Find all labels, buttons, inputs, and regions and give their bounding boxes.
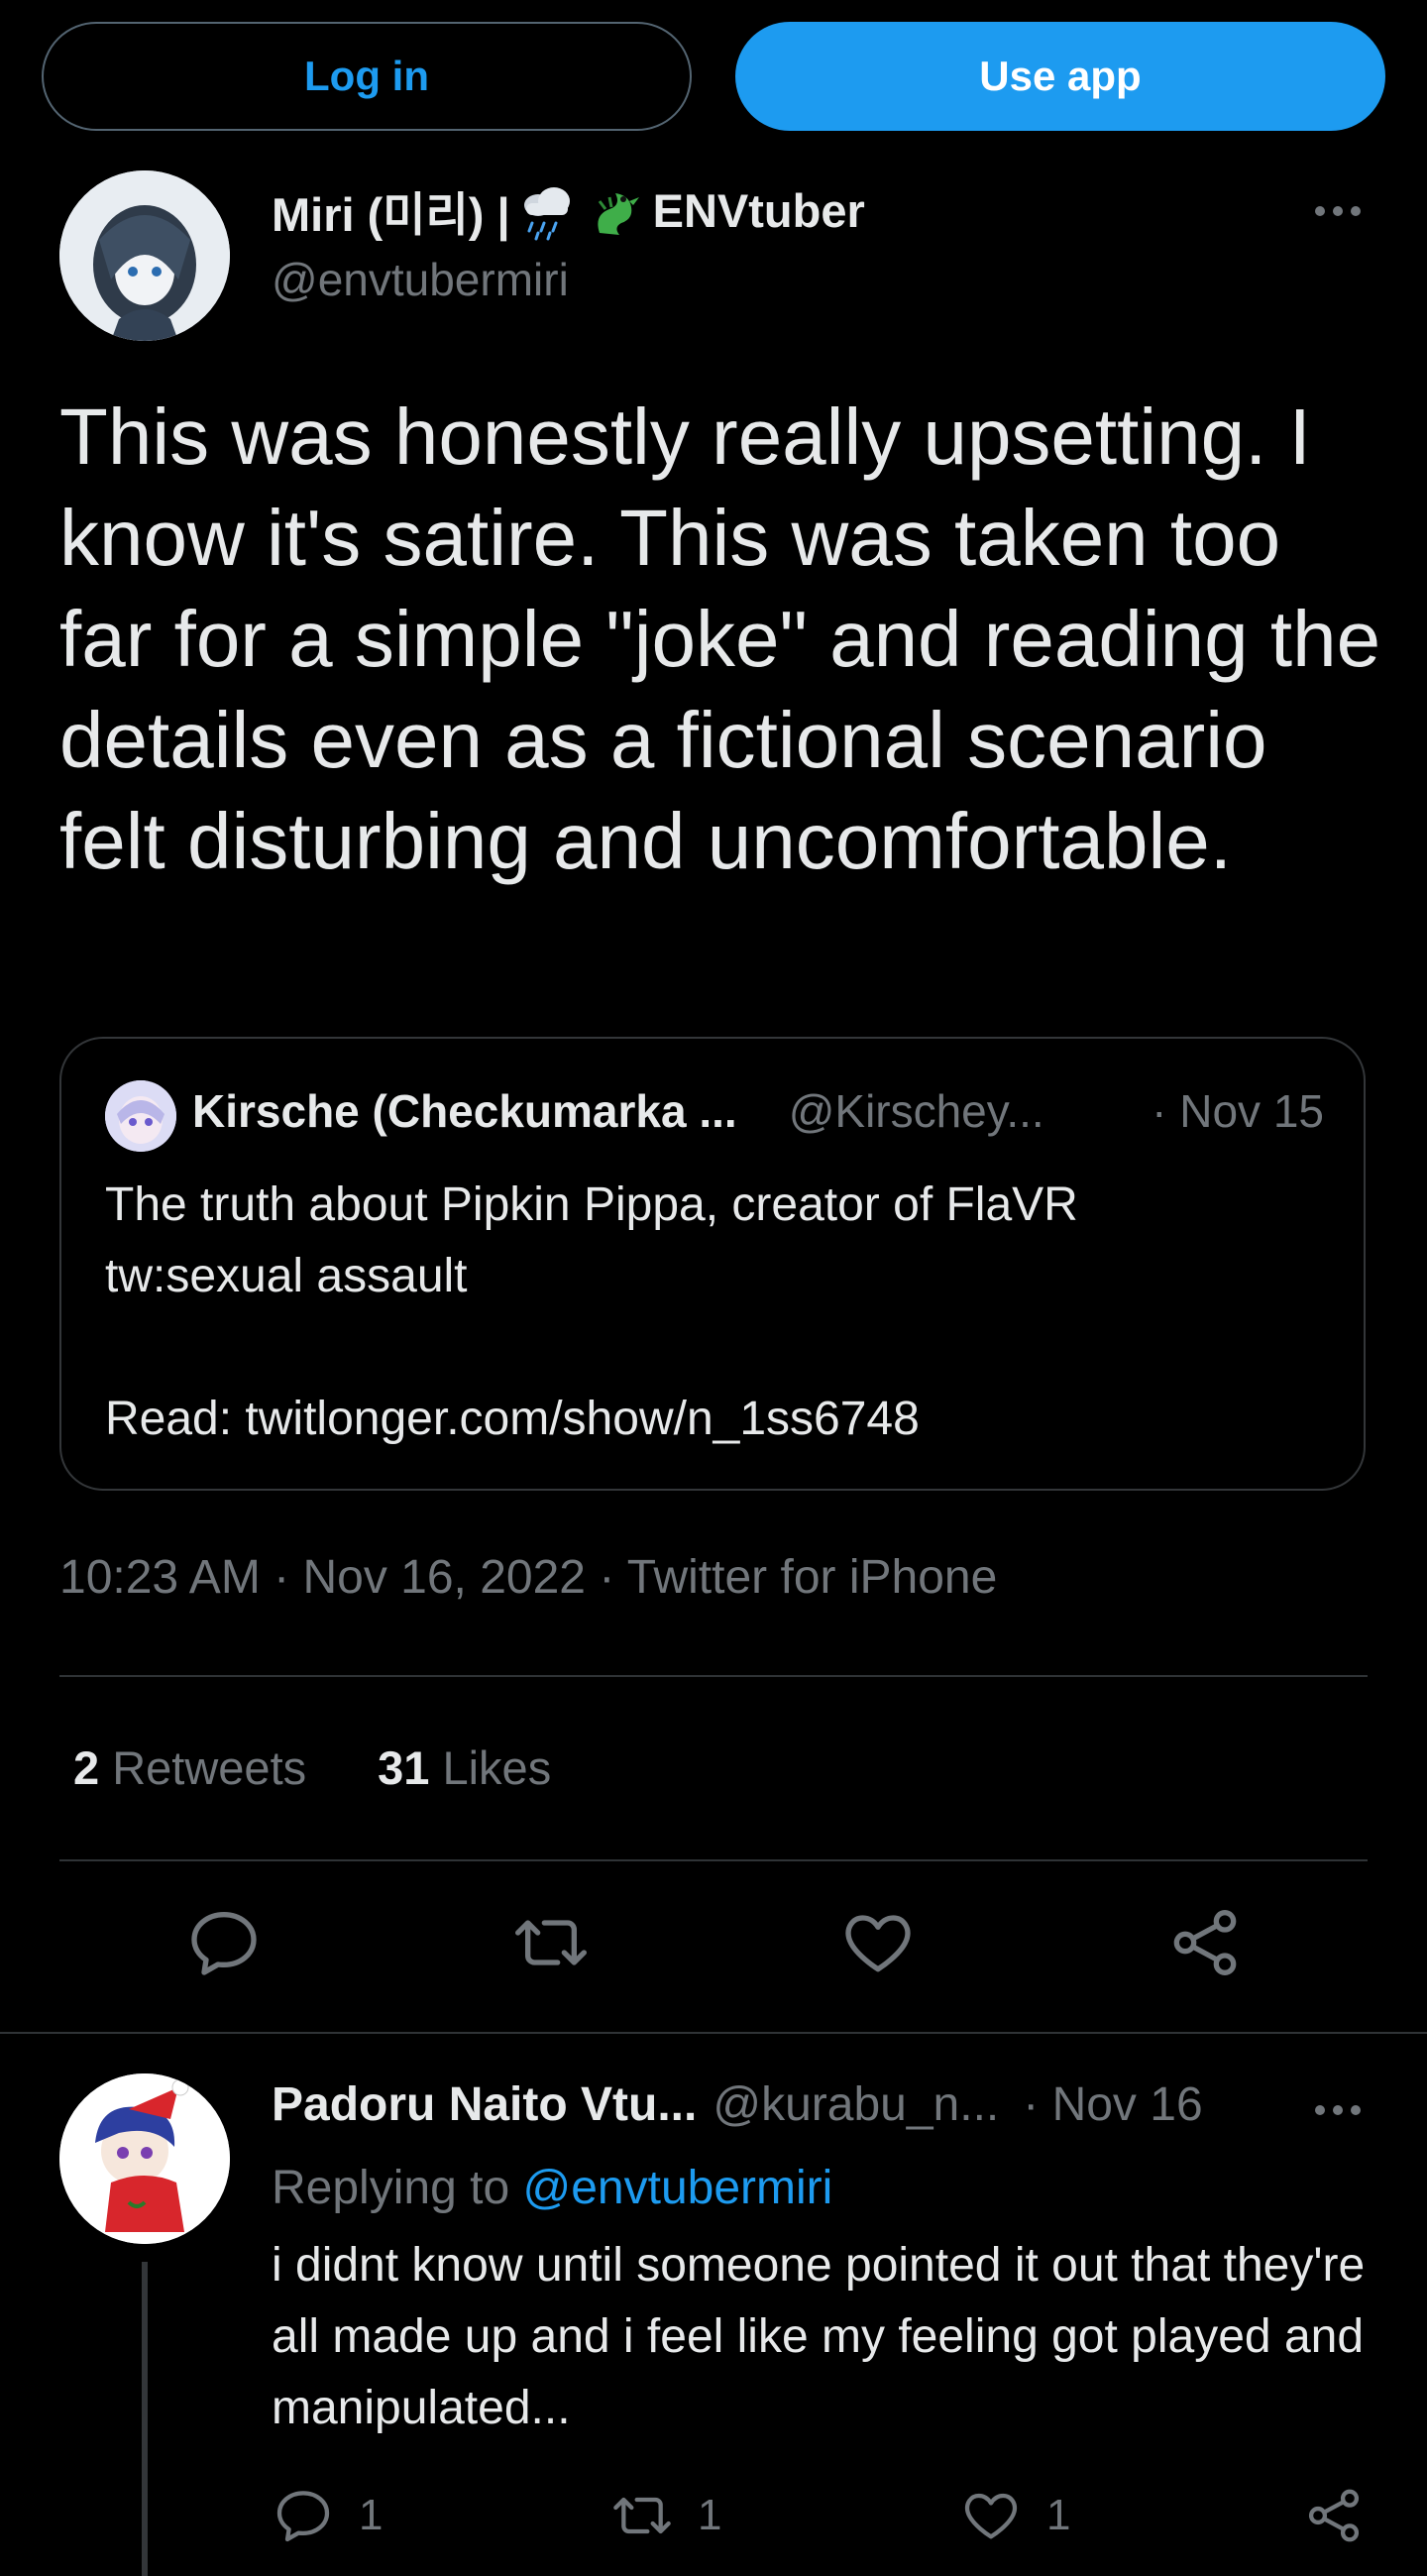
reply-date[interactable]: · Nov 16 [1023, 2077, 1202, 2132]
more-dot [1333, 2105, 1343, 2115]
like-count: 1 [1046, 2491, 1071, 2539]
quoted-author-handle: @Kirschey... [788, 1085, 1044, 1137]
retweets-stat[interactable]: 2 Retweets [73, 1740, 306, 1795]
tweet-timestamp[interactable]: 10:23 AM · Nov 16, 2022 · Twitter for iP… [59, 1550, 997, 1605]
quoted-text-line: tw:sexual assault [105, 1250, 468, 1302]
more-icon[interactable] [1308, 2095, 1368, 2125]
likes-label: Likes [442, 1741, 552, 1794]
author-handle[interactable]: @envtubermiri [272, 253, 865, 306]
retweet-count: 1 [698, 2491, 722, 2539]
heart-icon [964, 2493, 1018, 2539]
reply-author-name[interactable]: Padoru Naito Vtu... [272, 2077, 697, 2132]
reply-text: i didnt know until someone pointed it ou… [272, 2239, 1366, 2434]
quoted-text-line: The truth about Pipkin Pippa, creator of… [105, 1178, 1078, 1231]
quoted-tweet[interactable]: Kirsche (Checkumarka ... @Kirschey... · … [59, 1037, 1366, 1491]
heart-icon[interactable] [838, 1903, 918, 1982]
reply-actions: 1 1 1 [272, 2484, 1391, 2563]
tweet-text: This was honestly really upsetting. I kn… [59, 392, 1381, 885]
quoted-author-name: Kirsche (Checkumarka ... [192, 1085, 737, 1137]
author-avatar[interactable] [59, 170, 230, 341]
reply-author-avatar[interactable] [59, 2073, 230, 2244]
reply-retweet-action[interactable]: 1 [610, 2484, 721, 2547]
share-icon[interactable] [1165, 1903, 1245, 1982]
reply-author-handle[interactable]: @kurabu_n... [713, 2077, 999, 2132]
quoted-text-line: Read: twitlonger.com/show/n_1ss6748 [105, 1393, 920, 1445]
author-name[interactable]: Miri (미리) | ENVtuber [272, 176, 865, 245]
author-name-suffix: ENVtuber [652, 184, 865, 237]
more-dot [1315, 2105, 1325, 2115]
more-dot [1333, 206, 1343, 216]
top-bar: Log in Use app [0, 0, 1427, 159]
retweet-icon [613, 2497, 671, 2534]
separator [0, 2032, 1427, 2034]
more-dot [1351, 206, 1361, 216]
reply-icon[interactable] [184, 1903, 264, 1982]
retweet-icon[interactable] [511, 1903, 591, 1982]
replying-to: Replying to @envtubermiri [272, 2161, 832, 2215]
reply-share-action[interactable] [1302, 2484, 1366, 2547]
replying-to-link[interactable]: @envtubermiri [522, 2162, 832, 2214]
reply-like-action[interactable]: 1 [959, 2484, 1070, 2547]
dragon-icon [586, 179, 649, 243]
tweet-actions [0, 1903, 1427, 1992]
quoted-tweet-text: The truth about Pipkin Pippa, creator of… [105, 1170, 1314, 1455]
share-icon [1308, 2489, 1360, 2542]
divider [59, 1675, 1368, 1677]
author-block: Miri (미리) | ENVtuber @envtubermiri [272, 176, 865, 306]
divider [59, 1859, 1368, 1861]
thread-line [142, 2262, 148, 2576]
reply-reply-action[interactable]: 1 [272, 2484, 383, 2547]
reply-header: Padoru Naito Vtu... @kurabu_n... · Nov 1… [272, 2077, 1387, 2132]
replying-to-prefix: Replying to [272, 2162, 510, 2214]
rain-cloud-icon [514, 179, 578, 243]
reply-count: 1 [359, 2491, 384, 2539]
quoted-tweet-date: · Nov 15 [1152, 1085, 1324, 1137]
more-icon[interactable] [1308, 196, 1368, 226]
likes-count: 31 [378, 1741, 430, 1794]
more-dot [1351, 2105, 1361, 2115]
quoted-tweet-header: Kirsche (Checkumarka ... @Kirschey... · … [192, 1084, 1324, 1138]
quoted-text-line [105, 1312, 1314, 1384]
retweets-label: Retweets [112, 1741, 307, 1794]
login-button[interactable]: Log in [42, 22, 692, 131]
quoted-author-avatar [105, 1080, 176, 1152]
use-app-button[interactable]: Use app [735, 22, 1385, 131]
retweets-count: 2 [73, 1741, 100, 1794]
author-name-prefix: Miri (미리) | [272, 188, 510, 241]
likes-stat[interactable]: 31 Likes [378, 1740, 551, 1795]
tweet-stats: 2 Retweets 31 Likes [73, 1740, 551, 1795]
more-dot [1315, 206, 1325, 216]
reply-icon [276, 2491, 330, 2542]
